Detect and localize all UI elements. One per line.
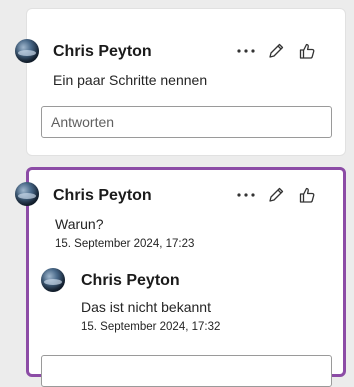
avatar [15,39,39,63]
thumbs-up-icon[interactable] [293,39,321,63]
edit-pencil-icon[interactable] [259,183,293,207]
comment-text: Warun? [55,216,104,232]
reply-input[interactable] [41,355,332,387]
more-options-icon[interactable] [233,39,259,63]
comment-text: Ein paar Schritte nennen [53,72,208,88]
more-options-icon[interactable] [233,183,259,207]
comment-actions [233,183,321,207]
avatar [41,268,65,292]
comment-actions [233,39,321,63]
reply-author: Chris Peyton [81,272,180,289]
edit-pencil-icon[interactable] [259,39,293,63]
reply-timestamp: 15. September 2024, 17:32 [81,321,221,333]
comment-card-1[interactable]: Chris Peyton Ein paar Schritte nennen [15,8,346,156]
reply-text: Das ist nicht bekannt [81,299,211,315]
comment-timestamp: 15. September 2024, 17:23 [55,238,195,250]
reply-input[interactable] [41,106,332,138]
comment-card-2-active[interactable]: Chris Peyton Warun? 15. September 2024, … [15,167,346,387]
avatar [15,182,39,206]
thumbs-up-icon[interactable] [293,183,321,207]
comment-author: Chris Peyton [53,43,152,60]
comment-author: Chris Peyton [53,187,152,204]
